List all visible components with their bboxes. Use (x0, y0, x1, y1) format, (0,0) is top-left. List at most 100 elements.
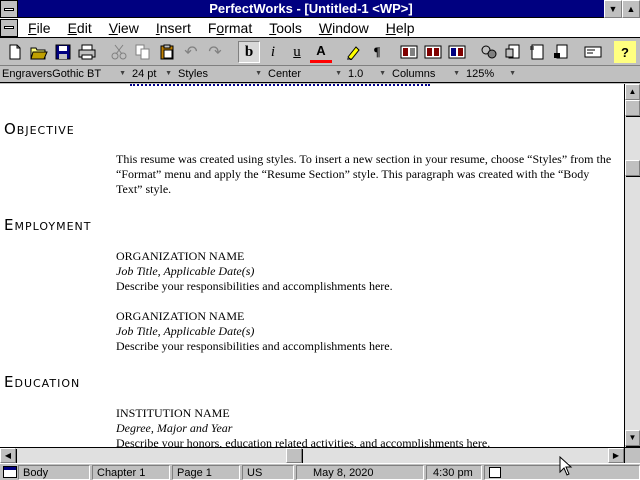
copy-icon[interactable] (132, 41, 154, 63)
vertical-scrollbar[interactable]: ▲ ▼ (624, 84, 640, 447)
vertical-scroll-thumb[interactable] (625, 160, 640, 176)
document-system-menu-button[interactable] (0, 19, 18, 37)
menu-tools[interactable]: Tools (269, 18, 310, 38)
line-spacing-dropdown[interactable]: 1.0 ▼ (346, 67, 388, 82)
menu-edit[interactable]: Edit (68, 18, 100, 38)
chevron-down-icon: ▼ (335, 70, 342, 77)
styles-value: Styles (178, 68, 208, 80)
mnemonic-letter: W (318, 20, 333, 36)
chevron-down-icon: ▼ (379, 70, 386, 77)
section-heading-objective: Objective (4, 120, 75, 138)
redo-icon[interactable]: ↷ (204, 41, 226, 63)
section-heading-employment: Employment (4, 216, 92, 234)
italic-button[interactable]: i (262, 41, 284, 63)
highlighter-icon[interactable] (342, 41, 364, 63)
job-description: Describe your responsibilities and accom… (116, 279, 393, 293)
page-view-icon[interactable] (502, 41, 524, 63)
system-menu-button[interactable] (0, 0, 18, 18)
mouse-pointer-icon (559, 456, 573, 476)
undo-icon[interactable]: ↶ (180, 41, 202, 63)
job-description: Describe your responsibilities and accom… (116, 339, 393, 353)
objective-line-3: Text” style. (116, 182, 172, 196)
education-description: Describe your honors, education related … (116, 436, 491, 447)
mnemonic-letter: V (108, 20, 118, 36)
underline-button[interactable]: u (286, 41, 308, 63)
mnemonic-letter: F (28, 20, 37, 36)
status-page[interactable]: Page 1 (172, 465, 240, 480)
columns-value: Columns (392, 68, 436, 80)
menu-insert[interactable]: Insert (156, 18, 199, 38)
chevron-down-icon: ▼ (453, 70, 460, 77)
text-color-button[interactable]: A (310, 41, 332, 63)
page-up-button[interactable] (625, 100, 640, 116)
alignment-value: Center (268, 68, 302, 80)
job-title: Job Title, Applicable Date(s) (116, 264, 255, 278)
institution-name: INSTITUTION NAME (116, 406, 230, 420)
format-bar: EngraversGothic BT ▼ 24 pt ▼ Styles ▼ Cente… (0, 66, 640, 83)
insert-frame-icon[interactable] (398, 41, 420, 63)
zoom-value: 125% (466, 68, 495, 80)
document-area[interactable]: Objective This resume was created using … (0, 84, 624, 447)
columns-dropdown[interactable]: Columns ▼ (390, 67, 462, 82)
font-size-value: 24 pt (132, 68, 157, 80)
menu-help[interactable]: Help (386, 18, 423, 38)
save-disk-icon[interactable] (52, 41, 74, 63)
window-icon (3, 466, 17, 478)
scroll-right-arrow-icon[interactable]: ▶ (608, 448, 624, 463)
show-codes-button[interactable]: ¶ (366, 41, 388, 63)
chevron-down-icon: ▼ (255, 70, 262, 77)
horizontal-scrollbar[interactable]: ◀ ▶ (0, 447, 624, 463)
menu-format[interactable]: Format (208, 18, 260, 38)
font-size-dropdown[interactable]: 24 pt ▼ (130, 67, 174, 82)
scroll-down-arrow-icon[interactable]: ▼ (625, 430, 640, 446)
toolbar: ↶ ↷ b i u A ¶ ? (0, 39, 640, 66)
bold-button[interactable]: b (238, 41, 260, 63)
status-language[interactable]: US (242, 465, 294, 480)
font-dropdown[interactable]: EngraversGothic BT ▼ (0, 67, 128, 82)
status-chapter: Chapter 1 (92, 465, 170, 480)
scrollbar-corner (624, 447, 640, 463)
objective-line-2: “Format” menu and apply the “Resume Sect… (116, 167, 590, 181)
menu-view[interactable]: View (109, 18, 147, 38)
envelope-icon[interactable] (582, 41, 604, 63)
status-bar: Body Chapter 1 Page 1 US May 8, 2020 4:3… (0, 463, 640, 480)
help-button[interactable]: ? (614, 41, 636, 63)
status-date: May 8, 2020 (296, 465, 424, 480)
chevron-down-icon: ▼ (119, 70, 126, 77)
insert-chart-icon[interactable] (446, 41, 468, 63)
maximize-button[interactable]: ▲ (622, 0, 640, 18)
page-icon (489, 467, 501, 478)
insert-table-icon[interactable] (422, 41, 444, 63)
mnemonic-letter: I (155, 20, 160, 36)
cut-scissors-icon[interactable] (108, 41, 130, 63)
title-bar[interactable]: PerfectWorks - [Untitled-1 <WP>] ▼ ▲ (0, 0, 640, 18)
horizontal-scroll-thumb[interactable] (286, 448, 302, 463)
mnemonic-letter: o (216, 20, 225, 36)
print-icon[interactable] (76, 41, 98, 63)
mnemonic-letter: E (67, 20, 77, 36)
status-style[interactable]: Body (18, 465, 90, 480)
menu-file[interactable]: File (28, 18, 59, 38)
draft-view-icon[interactable] (550, 41, 572, 63)
chevron-down-icon: ▼ (165, 70, 172, 77)
minimize-button[interactable]: ▼ (604, 0, 622, 18)
spellcheck-icon[interactable] (478, 41, 500, 63)
job-title: Job Title, Applicable Date(s) (116, 324, 255, 338)
page-layout-icon[interactable] (526, 41, 548, 63)
mnemonic-letter: T (269, 20, 277, 36)
chevron-down-icon: ▼ (509, 70, 516, 77)
scroll-up-arrow-icon[interactable]: ▲ (625, 84, 640, 100)
menu-window[interactable]: Window (319, 18, 377, 38)
scroll-left-arrow-icon[interactable]: ◀ (0, 448, 16, 463)
alignment-dropdown[interactable]: Center ▼ (266, 67, 344, 82)
new-document-icon[interactable] (4, 41, 26, 63)
paste-clipboard-icon[interactable] (156, 41, 178, 63)
zoom-dropdown[interactable]: 125% ▼ (464, 67, 518, 82)
line-spacing-value: 1.0 (348, 68, 364, 80)
partial-contact-line (130, 84, 430, 86)
menu-bar: File Edit View Insert Format Tools Window Help (0, 18, 640, 38)
open-folder-icon[interactable] (28, 41, 50, 63)
styles-dropdown[interactable]: Styles ▼ (176, 67, 264, 82)
section-heading-education: Education (4, 373, 81, 391)
mnemonic-letter: H (385, 20, 396, 36)
